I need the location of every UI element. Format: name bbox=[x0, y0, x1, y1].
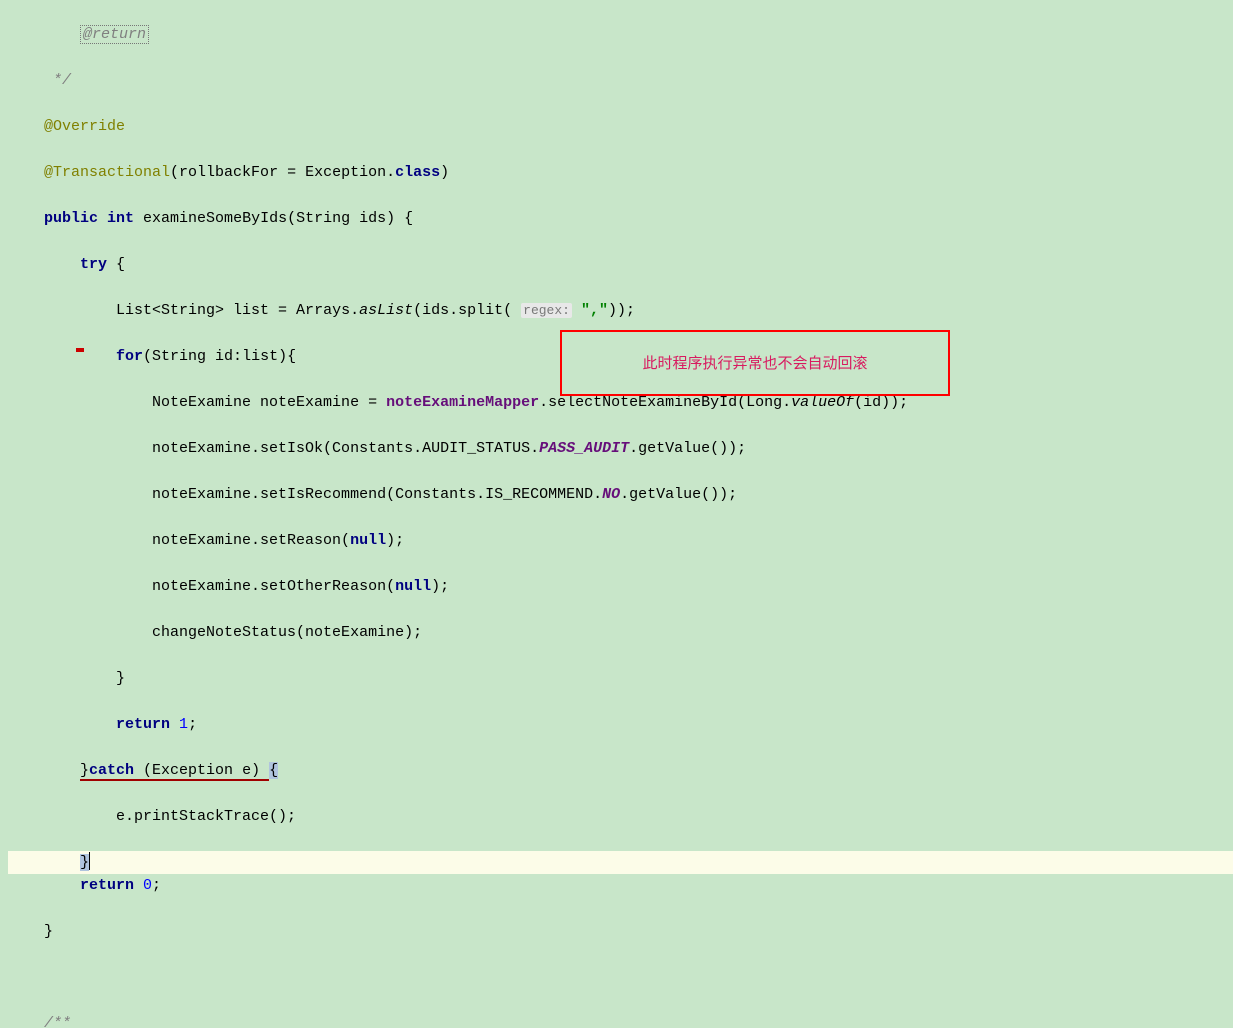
brace-close-highlight: } bbox=[80, 854, 89, 871]
enum-passaudit: PASS_AUDIT bbox=[539, 440, 629, 457]
text-cursor bbox=[89, 852, 90, 870]
brace-open: { bbox=[107, 256, 125, 273]
keyword-return: return bbox=[116, 716, 179, 733]
keyword-try: try bbox=[80, 256, 107, 273]
noteexamine-decl: NoteExamine noteExamine = bbox=[152, 394, 386, 411]
keyword-int: int bbox=[107, 210, 134, 227]
annotation-transactional: @Transactional bbox=[44, 164, 170, 181]
method-valueof: valueOf bbox=[791, 394, 854, 411]
keyword-class: class bbox=[395, 164, 440, 181]
field-mapper: noteExamineMapper bbox=[386, 394, 539, 411]
brace-close: } bbox=[80, 762, 89, 779]
exception-param: (Exception e) bbox=[134, 762, 269, 779]
for-head: (String id:list){ bbox=[143, 348, 296, 365]
printstacktrace-call: e.printStackTrace(); bbox=[116, 808, 296, 825]
keyword-for: for bbox=[116, 348, 143, 365]
method-close-brace: } bbox=[44, 923, 53, 940]
split-call: (ids.split( bbox=[413, 302, 512, 319]
javadoc-open: /** bbox=[44, 1015, 71, 1028]
semicolon: ; bbox=[152, 877, 161, 894]
doc-return: @return bbox=[80, 25, 149, 44]
string-comma: "," bbox=[572, 302, 608, 319]
keyword-catch: catch bbox=[89, 762, 134, 779]
number-zero: 0 bbox=[143, 877, 152, 894]
getvalue-call2: .getValue()); bbox=[620, 486, 737, 503]
getvalue-call: .getValue()); bbox=[629, 440, 746, 457]
stmt-close: ); bbox=[386, 532, 404, 549]
rollback-param: (rollbackFor = Exception. bbox=[170, 164, 395, 181]
changenotestatus-call: changeNoteStatus(noteExamine); bbox=[152, 624, 422, 641]
setotherreason-call: noteExamine.setOtherReason( bbox=[152, 578, 395, 595]
gutter-error-marker[interactable] bbox=[76, 348, 84, 352]
list-decl: List<String> list = Arrays. bbox=[116, 302, 359, 319]
method-sig: examineSomeByIds(String ids) { bbox=[134, 210, 413, 227]
select-call: .selectNoteExamineById(Long. bbox=[539, 394, 791, 411]
brace-close: } bbox=[116, 670, 125, 687]
setreason-call: noteExamine.setReason( bbox=[152, 532, 350, 549]
keyword-return: return bbox=[80, 877, 143, 894]
annotation-override: @Override bbox=[44, 118, 125, 135]
paren-close: ) bbox=[440, 164, 449, 181]
keyword-null: null bbox=[350, 532, 386, 549]
id-arg: (id)); bbox=[854, 394, 908, 411]
annotation-callout: 此时程序执行异常也不会自动回滚 bbox=[560, 330, 950, 396]
call-close: )); bbox=[608, 302, 635, 319]
setisok-call: noteExamine.setIsOk(Constants.AUDIT_STAT… bbox=[152, 440, 539, 457]
brace-open-highlight: { bbox=[269, 762, 278, 779]
code-editor[interactable]: @return */ @Override @Transactional(roll… bbox=[0, 0, 1233, 1028]
keyword-null: null bbox=[395, 578, 431, 595]
stmt-close: ); bbox=[431, 578, 449, 595]
param-hint-regex: regex: bbox=[521, 303, 572, 318]
annotation-text: 此时程序执行异常也不会自动回滚 bbox=[642, 352, 867, 375]
enum-no: NO bbox=[602, 486, 620, 503]
setisrecommend-call: noteExamine.setIsRecommend(Constants.IS_… bbox=[152, 486, 602, 503]
keyword-public: public bbox=[44, 210, 107, 227]
semicolon: ; bbox=[188, 716, 197, 733]
comment-close: */ bbox=[53, 72, 71, 89]
method-aslist: asList bbox=[359, 302, 413, 319]
number-one: 1 bbox=[179, 716, 188, 733]
